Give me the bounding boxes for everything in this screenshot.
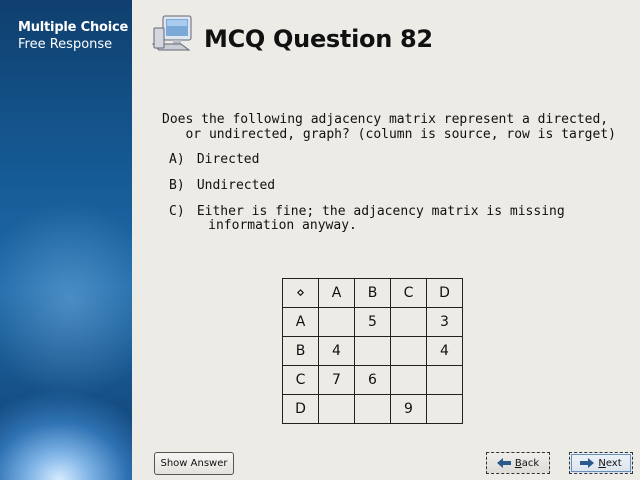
matrix-cell: 5 [354,307,391,337]
arrow-right-icon [580,458,595,468]
show-answer-button[interactable]: Show Answer [154,452,234,475]
next-button[interactable]: Next [569,452,633,474]
option-a-text: Directed [196,152,260,167]
matrix-cell: 4 [426,336,463,366]
matrix-cell [318,307,355,337]
adjacency-matrix: ⋄ A B C D A 5 3 B 4 4 C 7 6 D 9 [282,278,463,424]
matrix-row-header: A [282,307,319,337]
option-b-text: Undirected [196,178,276,193]
matrix-cell: 6 [354,365,391,395]
matrix-row: A 5 3 [282,307,463,337]
matrix-header-row: ⋄ A B C D [282,278,463,308]
computer-icon [151,15,192,51]
matrix-cell [390,336,427,366]
matrix-row: C 7 6 [282,365,463,395]
matrix-col-header: C [390,278,427,308]
option-a-label: A) [169,152,185,167]
matrix-cell: 4 [318,336,355,366]
question-line-2: or undirected, graph? (column is source,… [162,127,616,142]
option-c-text: Either is fine; the adjacency matrix is … [196,204,565,219]
back-button-label: Back [514,457,540,469]
sidebar-background-glow [0,200,132,400]
option-c[interactable]: C) Either is fine; the adjacency matrix … [169,205,565,233]
sidebar-item-free-response[interactable]: Free Response [18,37,112,52]
matrix-row: D 9 [282,394,463,424]
sidebar: Multiple Choice Free Response [0,0,132,480]
question-line-1: Does the following adjacency matrix repr… [162,112,609,127]
matrix-cell: 9 [390,394,427,424]
matrix-cell [354,336,391,366]
matrix-col-header: D [426,278,463,308]
matrix-cell: 3 [426,307,463,337]
matrix-row-header: C [282,365,319,395]
back-button[interactable]: Back [486,452,550,474]
matrix-row-header: D [282,394,319,424]
option-b[interactable]: B) Undirected [169,179,275,193]
next-button-label: Next [598,457,622,469]
matrix-col-header: B [354,278,391,308]
question-text: Does the following adjacency matrix repr… [162,112,616,142]
arrow-left-icon [496,458,511,468]
matrix-cell [318,394,355,424]
matrix-cell [426,394,463,424]
option-c-text-line-2: information anyway. [184,218,357,233]
sidebar-item-multiple-choice[interactable]: Multiple Choice [18,20,128,35]
option-a[interactable]: A) Directed [169,153,259,167]
matrix-cell: 7 [318,365,355,395]
page-title: MCQ Question 82 [204,25,433,53]
matrix-row-header: B [282,336,319,366]
matrix-row: B 4 4 [282,336,463,366]
option-b-label: B) [169,178,185,193]
option-c-label: C) [169,204,185,219]
matrix-col-header: A [318,278,355,308]
matrix-corner-cell: ⋄ [282,278,319,308]
matrix-cell [354,394,391,424]
matrix-cell [390,365,427,395]
matrix-cell [390,307,427,337]
matrix-cell [426,365,463,395]
